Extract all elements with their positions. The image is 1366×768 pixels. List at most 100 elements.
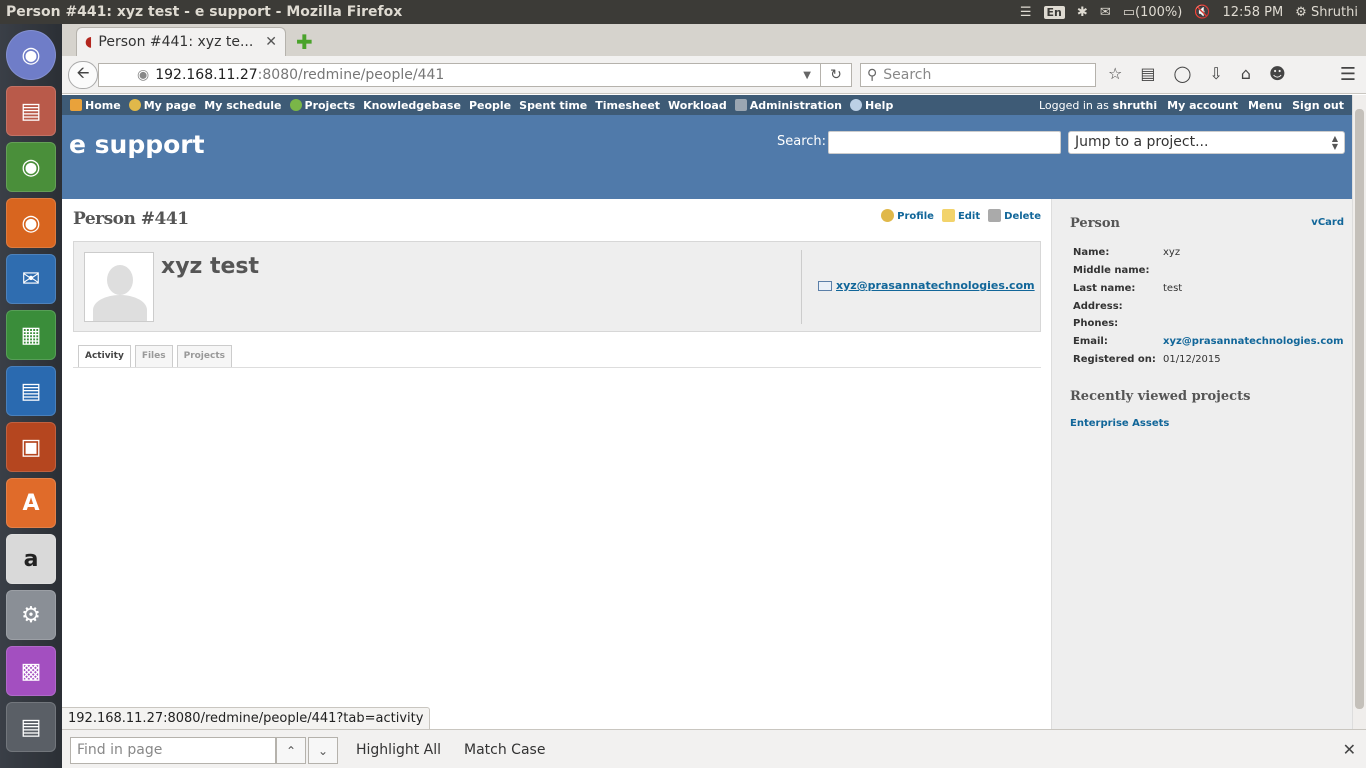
clock[interactable]: 12:58 PM [1223,5,1284,20]
tab-title: Person #441: xyz te... [98,34,254,50]
top-menu-timesheet[interactable]: Timesheet [595,99,660,112]
top-menu-knowledgebase[interactable]: Knowledgebase [363,99,461,112]
back-button[interactable]: 🡨 [68,61,98,89]
bluetooth-icon[interactable]: ✱ [1077,5,1088,20]
scrollbar-thumb[interactable] [1355,109,1364,709]
site-identity-icon[interactable]: ◉ [137,67,149,83]
jump-to-project-select[interactable]: Jump to a project... ▲ ▼ [1068,131,1345,154]
top-menu-help[interactable]: Help [850,98,893,112]
logged-in-user[interactable]: shruthi [1113,99,1158,112]
top-menu-people[interactable]: People [469,99,511,112]
person-email-link[interactable]: xyz@prasannatechnologies.com [818,279,1035,292]
ubuntu-dash-icon[interactable]: ◉ [6,30,56,80]
user-name: Shruthi [1310,4,1358,20]
recent-project-link[interactable]: Enterprise Assets [1070,418,1169,429]
page-scrollbar[interactable] [1352,95,1366,729]
edit-label: Edit [957,211,981,222]
home-icon[interactable]: ⌂ [1241,64,1251,83]
battery-indicator[interactable]: ▭ (100%) [1123,5,1183,20]
find-previous-button[interactable]: ⌃ [276,737,306,764]
attr-label: Registered on: [1073,354,1156,365]
contextual-actions: Profile Edit Delete [881,209,1041,222]
url-host: 192.168.11.27 [155,67,258,83]
keyboard-layout-indicator[interactable]: En [1043,5,1065,19]
avatar-placeholder-body [93,295,147,321]
quick-search-label: Search: [777,134,827,149]
project-title[interactable]: e support [69,130,205,159]
downloads-icon[interactable]: ⇩ [1209,64,1222,83]
browser-search-input[interactable]: ⚲ Search [860,63,1096,87]
profile-label: Profile [897,211,934,222]
top-menu-my-page-label: My page [143,98,197,112]
url-bar[interactable]: ◉ 192.168.11.27:8080/redmine/people/441 … [98,63,852,87]
top-menu-projects[interactable]: Projects [289,98,355,112]
hamburger-menu-icon[interactable]: ☰ [1340,64,1356,85]
recently-viewed-heading: Recently viewed projects [1070,389,1251,404]
libreoffice-impress-icon[interactable]: ▣ [6,422,56,472]
pocket-icon[interactable]: ◯ [1173,64,1191,83]
profile-link[interactable]: Profile [881,209,934,222]
libreoffice-writer-icon[interactable]: ▤ [6,366,56,416]
attr-label: Address: [1073,301,1123,312]
thunderbird-icon[interactable]: ✉ [6,254,56,304]
mail-icon[interactable]: ✉ [1100,5,1111,20]
attr-email-link[interactable]: xyz@prasannatechnologies.com [1163,336,1344,347]
redmine-favicon-icon: ◖ [85,34,93,50]
reload-button[interactable]: ↻ [820,63,852,87]
attr-last-name: Last name: test [1073,283,1182,294]
tab-projects[interactable]: Projects [176,345,232,367]
workspace-switcher-icon[interactable]: ▩ [6,646,56,696]
match-case-button[interactable]: Match Case [464,742,545,758]
highlight-all-button[interactable]: Highlight All [356,742,441,758]
trash-icon[interactable]: ▤ [6,702,56,752]
find-in-page-input[interactable]: Find in page [70,737,276,764]
bookmark-star-icon[interactable]: ☆ [1108,64,1122,83]
tab-files[interactable]: Files [134,345,173,367]
hello-chat-icon[interactable]: ☻ [1269,64,1286,83]
volume-muted-icon[interactable]: 🔇 [1194,5,1210,20]
find-bar-close-icon[interactable]: ✕ [1343,740,1356,759]
menu-link[interactable]: Menu [1248,99,1282,112]
top-menu-my-page[interactable]: My page [128,98,197,112]
quick-search-input[interactable] [828,131,1061,154]
browser-tab-strip: ◖ Person #441: xyz te... ✕ ✚ [62,24,1366,56]
system-tray: ☰ En ✱ ✉ ▭ (100%) 🔇 12:58 PM ⚙ Shruthi [1020,5,1366,20]
sign-out-link[interactable]: Sign out [1292,99,1344,112]
tab-close-icon[interactable]: ✕ [265,34,277,50]
wrench-icon [734,98,747,111]
top-menu-my-schedule[interactable]: My schedule [204,99,281,112]
top-menu-administration-label: Administration [749,98,843,112]
edit-link[interactable]: Edit [941,209,981,222]
person-summary-box: xyz test xyz@prasannatechnologies.com [73,241,1041,332]
top-menu-spent-time[interactable]: Spent time [519,99,587,112]
sidebar: Person vCard Name: xyz Middle name: Last … [1051,199,1352,729]
files-icon[interactable]: ▤ [6,86,56,136]
tab-activity[interactable]: Activity [78,345,131,367]
envelope-icon [818,280,832,291]
delete-link[interactable]: Delete [988,209,1041,222]
chrome-icon[interactable]: ◉ [6,142,56,192]
top-menu-administration[interactable]: Administration [734,98,843,112]
vcard-link[interactable]: vCard [1311,217,1344,228]
user-menu[interactable]: ⚙ Shruthi [1295,5,1358,20]
top-menu-home[interactable]: Home [70,98,121,112]
reading-list-icon[interactable]: ▤ [1140,64,1155,83]
new-tab-icon[interactable]: ✚ [296,30,313,54]
firefox-icon[interactable]: ◉ [6,198,56,248]
software-center-icon[interactable]: A [6,478,56,528]
reload-icon: ↻ [830,67,842,83]
wifi-icon[interactable]: ☰ [1020,5,1032,20]
my-account-link[interactable]: My account [1167,99,1238,112]
browser-tab[interactable]: ◖ Person #441: xyz te... ✕ [76,27,286,56]
logged-in-as: Logged in as shruthi [1039,99,1157,112]
home-icon [70,98,82,111]
find-next-button[interactable]: ⌄ [308,737,338,764]
top-menu-workload[interactable]: Workload [668,99,727,112]
page-title: Person #441 [73,209,189,229]
status-url-overlay: 192.168.11.27:8080/redmine/people/441?ta… [62,707,431,729]
url-history-dropdown-icon[interactable]: ▼ [803,70,811,81]
system-settings-icon[interactable]: ⚙ [6,590,56,640]
toolbar-icons: ☆ ▤ ◯ ⇩ ⌂ ☻ [1108,64,1286,83]
amazon-icon[interactable]: a [6,534,56,584]
libreoffice-calc-icon[interactable]: ▦ [6,310,56,360]
